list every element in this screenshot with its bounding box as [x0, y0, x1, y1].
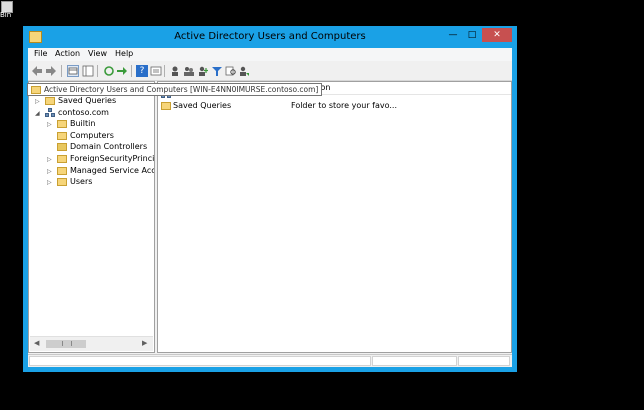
close-button[interactable]: ✕ — [482, 28, 512, 42]
expand-icon[interactable]: ▷ — [47, 156, 53, 163]
collapse-icon[interactable]: ◢ — [35, 110, 41, 117]
console-tree[interactable]: ▷ Saved Queries ◢ contoso.com ▷ Builtin … — [28, 81, 155, 353]
maximize-button[interactable]: □ — [463, 28, 481, 42]
minimize-button[interactable]: — — [444, 28, 462, 42]
details-pane[interactable]: scription contoso.com Domain Saved Queri… — [157, 81, 512, 353]
row-name: Saved Queries — [173, 101, 232, 110]
properties-icon[interactable] — [150, 65, 162, 77]
tree-item-label: contoso.com — [58, 108, 109, 117]
tree-item-label: Builtin — [70, 119, 96, 128]
users-icon[interactable] — [169, 65, 181, 77]
find-icon[interactable] — [225, 65, 237, 77]
folder-icon — [57, 132, 67, 140]
scroll-left-icon[interactable]: ◀ — [34, 339, 39, 347]
folder-icon — [57, 155, 67, 163]
domain-icon — [45, 108, 56, 118]
folder-icon — [57, 167, 67, 175]
add-user-icon[interactable] — [197, 65, 209, 77]
menu-file[interactable]: File — [34, 49, 47, 58]
folder-icon — [161, 102, 171, 110]
toolbar: ? — [28, 62, 512, 81]
folder-icon — [31, 86, 41, 94]
menu-view[interactable]: View — [88, 49, 107, 58]
move-icon[interactable] — [238, 65, 250, 77]
menu-action[interactable]: Action — [55, 49, 80, 58]
menu-help[interactable]: Help — [115, 49, 133, 58]
toolbar-separator — [164, 65, 165, 77]
expand-icon[interactable]: ▷ — [35, 98, 41, 105]
tree-item-label: Users — [70, 177, 93, 186]
folder-icon — [57, 178, 67, 186]
refresh-icon[interactable] — [103, 65, 115, 77]
toolbar-separator — [97, 65, 98, 77]
tree-item-label: Computers — [70, 131, 114, 140]
tooltip-text: Active Directory Users and Computers [WI… — [44, 85, 319, 94]
back-icon[interactable] — [31, 65, 43, 77]
folder-icon — [45, 97, 55, 105]
recycle-bin-label: Bin — [0, 11, 12, 19]
ou-icon — [57, 143, 67, 151]
up-icon[interactable] — [67, 65, 79, 77]
group-icon[interactable] — [183, 65, 195, 77]
status-cell — [372, 356, 457, 366]
show-tree-icon[interactable] — [82, 65, 94, 77]
recycle-bin-icon[interactable]: Bin — [0, 0, 16, 22]
expand-icon[interactable]: ▷ — [47, 121, 53, 128]
title-bar[interactable]: Active Directory Users and Computers — □… — [23, 26, 517, 48]
status-bar — [28, 354, 512, 367]
expand-icon[interactable]: ▷ — [47, 168, 53, 175]
export-icon[interactable] — [116, 65, 128, 77]
status-cell — [29, 356, 371, 366]
tree-item-label: Domain Controllers — [70, 142, 148, 151]
forward-icon[interactable] — [45, 65, 57, 77]
window-title: Active Directory Users and Computers — [174, 31, 366, 42]
toolbar-separator — [61, 65, 62, 77]
tree-horizontal-scrollbar[interactable]: ◀ ▶ — [30, 336, 153, 351]
help-icon[interactable]: ? — [136, 65, 148, 77]
tree-item-label: Saved Queries — [58, 96, 117, 105]
scroll-grip — [62, 341, 72, 346]
menu-bar: File Action View Help — [28, 48, 512, 61]
filter-icon[interactable] — [211, 65, 223, 77]
row-description: Folder to store your favo... — [291, 101, 397, 110]
tooltip: Active Directory Users and Computers [WI… — [27, 83, 323, 96]
toolbar-separator — [131, 65, 132, 77]
expand-icon[interactable]: ▷ — [47, 179, 53, 186]
aduc-window: Active Directory Users and Computers — □… — [23, 26, 517, 372]
scroll-right-icon[interactable]: ▶ — [142, 339, 147, 347]
folder-icon — [57, 120, 67, 128]
tree-item-label: ForeignSecurityPrincipals — [70, 154, 155, 163]
tree-item-label: Managed Service Accoun — [70, 166, 155, 175]
status-cell — [458, 356, 510, 366]
